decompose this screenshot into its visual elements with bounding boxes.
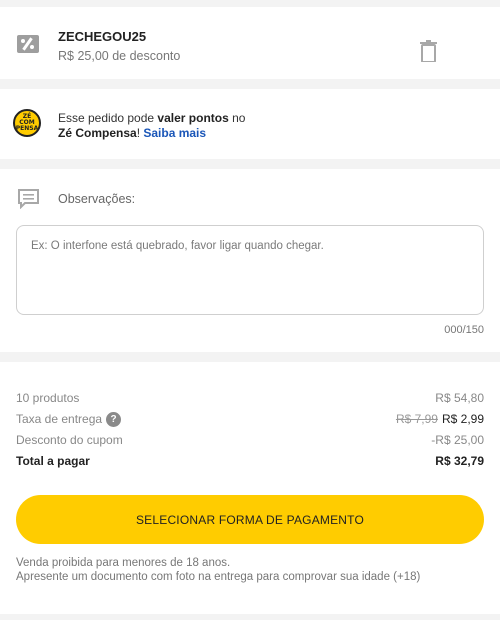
observations-label: Observações: xyxy=(58,192,136,206)
points-message: Esse pedido pode valer pontos no Zé Comp… xyxy=(58,111,246,140)
trash-icon[interactable] xyxy=(420,40,437,62)
products-label: 10 produtos xyxy=(16,391,80,405)
coupon-card: ZECHEGOU25 R$ 25,00 de desconto xyxy=(0,7,500,79)
learn-more-link[interactable]: Saiba mais xyxy=(143,126,206,140)
delivery-label: Taxa de entrega xyxy=(16,412,103,426)
delivery-old-price: R$ 7,99 xyxy=(395,412,438,426)
total-value: R$ 32,79 xyxy=(435,454,484,468)
ze-compensa-logo: ZÉ COM PENSA xyxy=(13,109,41,137)
coupon-discount-value: -R$ 25,00 xyxy=(431,433,484,447)
products-value: R$ 54,80 xyxy=(435,391,484,405)
disclaimer-line-2: Apresente um documento com foto na entre… xyxy=(16,571,421,583)
delivery-row: Taxa de entrega ? R$ 7,99 R$ 2,99 xyxy=(16,412,484,430)
help-icon[interactable]: ? xyxy=(106,412,121,427)
coupon-code: ZECHEGOU25 xyxy=(58,29,147,44)
character-counter: 000/150 xyxy=(444,324,484,336)
disclaimer-line-1: Venda proibida para menores de 18 anos. xyxy=(16,557,231,569)
observations-input[interactable] xyxy=(16,225,484,315)
coupon-description: R$ 25,00 de desconto xyxy=(58,49,181,63)
select-payment-button[interactable]: SELECIONAR FORMA DE PAGAMENTO xyxy=(16,495,484,544)
delivery-value: R$ 7,99 R$ 2,99 xyxy=(396,412,484,426)
coupon-discount-label: Desconto do cupom xyxy=(16,433,123,447)
coupon-icon xyxy=(17,35,39,53)
delivery-new-price: R$ 2,99 xyxy=(441,412,484,426)
coupon-discount-row: Desconto do cupom -R$ 25,00 xyxy=(16,433,484,451)
products-row: 10 produtos R$ 54,80 xyxy=(16,391,484,409)
comment-icon xyxy=(18,189,39,209)
age-disclaimer: Venda proibida para menores de 18 anos. … xyxy=(16,556,484,584)
total-label: Total a pagar xyxy=(16,454,90,468)
total-row: Total a pagar R$ 32,79 xyxy=(16,454,484,472)
